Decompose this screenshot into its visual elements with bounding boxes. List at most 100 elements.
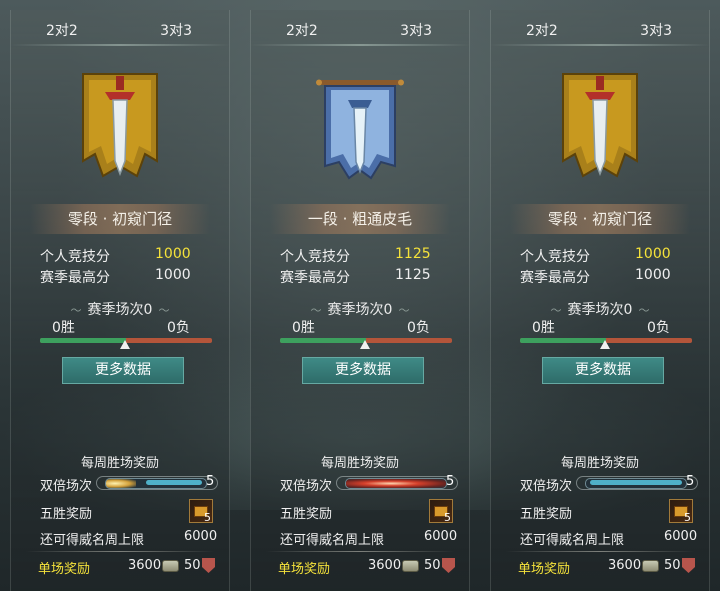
single-shield-value: 50: [664, 558, 681, 573]
chest-count: 5: [204, 511, 211, 524]
progress-glow: [346, 479, 446, 488]
coin-icon: [642, 560, 659, 572]
rank-title: 一段 · 粗通皮毛: [270, 204, 450, 234]
single-reward-label: 单场奖励: [518, 562, 571, 577]
losses-count: 0负: [647, 320, 670, 336]
single-reward-label: 单场奖励: [278, 562, 331, 577]
fame-cap-label: 还可得威名周上限: [520, 533, 625, 548]
score-label: 个人竞技分: [280, 249, 350, 265]
weekly-reward-title: 每周胜场奖励: [80, 456, 159, 471]
fame-cap-label: 还可得威名周上限: [40, 533, 145, 548]
treasure-chest-icon[interactable]: 5: [189, 499, 213, 524]
ornament-icon: 〜: [550, 304, 562, 317]
arena-panel-1: 2对2 3对3 零段 · 初窥门径 个人竞技分 1000 赛季最高分 1000 …: [0, 0, 240, 591]
tab-2v2[interactable]: 2对2: [46, 20, 78, 40]
best-score-label: 赛季最高分: [280, 270, 350, 286]
ornament-icon: 〜: [70, 304, 82, 317]
progress-segment: [146, 480, 202, 485]
rank-title: 零段 · 初窥门径: [510, 204, 690, 234]
double-progress-bar: [345, 478, 447, 489]
wins-count: 0胜: [52, 320, 75, 336]
tab-3v3[interactable]: 3对3: [640, 20, 672, 40]
chest-count: 5: [684, 511, 691, 524]
score-label: 个人竞技分: [520, 249, 590, 265]
score-label: 个人竞技分: [40, 249, 110, 265]
double-matches-label: 双倍场次: [280, 479, 333, 494]
rank-title: 零段 · 初窥门径: [30, 204, 210, 234]
season-matches-text: 赛季场次0: [567, 302, 633, 318]
single-coin-value: 3600: [368, 558, 402, 573]
more-data-button[interactable]: 更多数据: [62, 357, 184, 384]
fame-cap-value: 6000: [664, 529, 698, 544]
best-score-value: 1000: [635, 267, 671, 283]
win-portion: [40, 338, 126, 343]
ratio-marker-icon: [120, 340, 130, 349]
reward-divider: [26, 551, 214, 552]
losses-count: 0负: [407, 320, 430, 336]
win-portion: [280, 338, 366, 343]
ornament-icon: 〜: [398, 304, 410, 317]
mode-tabs: 2对2 3对3: [250, 12, 470, 48]
wins-count: 0胜: [532, 320, 555, 336]
more-data-button[interactable]: 更多数据: [542, 357, 664, 384]
single-coin-value: 3600: [608, 558, 642, 573]
single-shield-value: 50: [184, 558, 201, 573]
mode-tabs: 2对2 3对3: [490, 12, 710, 48]
double-progress-bar: [585, 478, 687, 489]
single-reward-label: 单场奖励: [38, 562, 91, 577]
ornament-icon: 〜: [158, 304, 170, 317]
double-count: 5: [686, 474, 695, 489]
chest-count: 5: [444, 511, 451, 524]
wins-count: 0胜: [292, 320, 315, 336]
score-value: 1000: [635, 246, 671, 262]
best-score-label: 赛季最高分: [520, 270, 590, 286]
best-score-value: 1125: [395, 267, 431, 283]
mode-tabs: 2对2 3对3: [10, 12, 230, 48]
tab-divider: [250, 44, 470, 46]
tab-3v3[interactable]: 3对3: [400, 20, 432, 40]
reward-divider: [266, 551, 454, 552]
progress-segment: [590, 480, 682, 485]
treasure-chest-icon[interactable]: 5: [429, 499, 453, 524]
fame-cap-label: 还可得威名周上限: [280, 533, 385, 548]
more-data-button[interactable]: 更多数据: [302, 357, 424, 384]
gold-banner-sword-icon: [562, 73, 638, 178]
best-score-value: 1000: [155, 267, 191, 283]
arena-panel-2: 2对2 3对3 一段 · 粗通皮毛 个人竞技分 1125 赛季最高分 1125 …: [240, 0, 480, 591]
fame-cap-value: 6000: [184, 529, 218, 544]
progress-glow: [106, 479, 136, 488]
single-shield-value: 50: [424, 558, 441, 573]
tab-2v2[interactable]: 2对2: [526, 20, 558, 40]
ornament-icon: 〜: [310, 304, 322, 317]
ornament-icon: 〜: [638, 304, 650, 317]
double-matches-label: 双倍场次: [40, 479, 93, 494]
tab-divider: [10, 44, 230, 46]
coin-icon: [162, 560, 179, 572]
tab-3v3[interactable]: 3对3: [160, 20, 192, 40]
ratio-marker-icon: [360, 340, 370, 349]
fame-cap-value: 6000: [424, 529, 458, 544]
best-score-label: 赛季最高分: [40, 270, 110, 286]
losses-count: 0负: [167, 320, 190, 336]
tab-2v2[interactable]: 2对2: [286, 20, 318, 40]
double-matches-label: 双倍场次: [520, 479, 573, 494]
tab-divider: [490, 44, 710, 46]
reward-divider: [506, 551, 694, 552]
season-matches: 〜赛季场次0 〜: [0, 299, 240, 319]
coin-icon: [402, 560, 419, 572]
weekly-reward-title: 每周胜场奖励: [560, 456, 639, 471]
season-matches: 〜赛季场次0 〜: [480, 299, 720, 319]
blue-banner-sword-icon: [316, 79, 404, 180]
five-win-label: 五胜奖励: [40, 507, 93, 522]
ratio-marker-icon: [600, 340, 610, 349]
season-matches: 〜赛季场次0 〜: [240, 299, 480, 319]
score-value: 1125: [395, 246, 431, 262]
weekly-reward-title: 每周胜场奖励: [320, 456, 399, 471]
five-win-label: 五胜奖励: [280, 507, 333, 522]
treasure-chest-icon[interactable]: 5: [669, 499, 693, 524]
double-progress-bar: [105, 478, 207, 489]
win-portion: [520, 338, 606, 343]
season-matches-text: 赛季场次0: [327, 302, 393, 318]
season-matches-text: 赛季场次0: [87, 302, 153, 318]
five-win-label: 五胜奖励: [520, 507, 573, 522]
